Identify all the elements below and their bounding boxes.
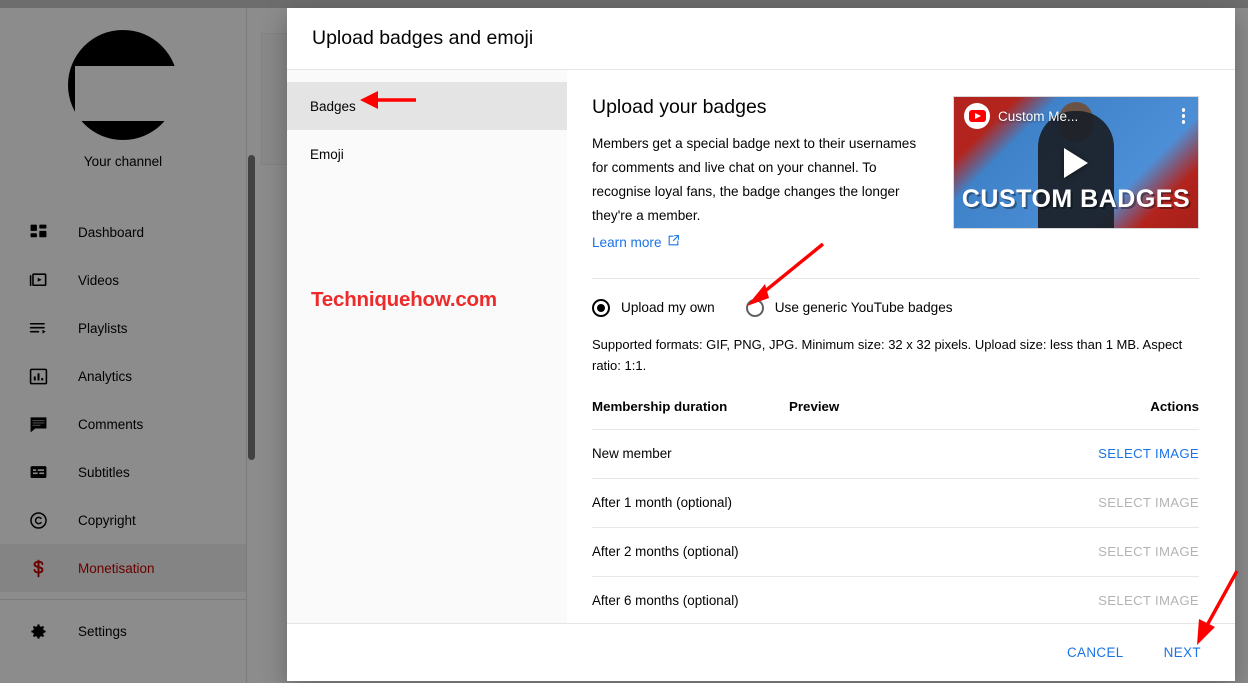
video-top-bar: Custom Me... (954, 97, 1198, 135)
select-image-button[interactable]: SELECT IMAGE (1098, 495, 1199, 510)
dialog-body: Badges Emoji Techniquehow.com Upload you… (287, 70, 1235, 647)
row-actions: SELECT IMAGE (1079, 495, 1199, 510)
row-actions: SELECT IMAGE (1079, 544, 1199, 559)
dialog-tab-emoji[interactable]: Emoji (287, 130, 567, 178)
row-duration: New member (592, 446, 672, 461)
table-row: After 6 months (optional) SELECT IMAGE (592, 575, 1199, 625)
radio-upload-my-own[interactable]: Upload my own (592, 298, 715, 317)
radio-label: Use generic YouTube badges (774, 300, 953, 315)
table-row: After 2 months (optional) SELECT IMAGE (592, 526, 1199, 576)
cancel-button[interactable]: CANCEL (1055, 637, 1136, 668)
upload-badges-dialog: Upload badges and emoji Badges Emoji Tec… (287, 8, 1235, 681)
select-image-button[interactable]: SELECT IMAGE (1098, 593, 1199, 608)
youtube-logo-icon (964, 103, 990, 129)
dialog-footer: CANCEL NEXT (287, 623, 1235, 681)
table-header-row: Membership duration Preview Actions (592, 399, 1199, 429)
column-header-actions: Actions (1150, 398, 1199, 414)
kebab-menu-icon[interactable] (1179, 106, 1189, 126)
badges-table: Membership duration Preview Actions New … (592, 399, 1199, 647)
select-image-button[interactable]: SELECT IMAGE (1098, 446, 1199, 461)
table-row: After 1 month (optional) SELECT IMAGE (592, 477, 1199, 527)
badge-source-radio-group: Upload my own Use generic YouTube badges (592, 298, 1199, 317)
radio-unselected-icon (745, 298, 764, 317)
dialog-side-nav: Badges Emoji Techniquehow.com (287, 70, 567, 647)
dialog-content-panel: Upload your badges Members get a special… (567, 70, 1235, 647)
select-image-button[interactable]: SELECT IMAGE (1098, 544, 1199, 559)
content-header-text: Upload your badges Members get a special… (592, 96, 922, 252)
column-header-duration: Membership duration (592, 398, 728, 414)
play-icon[interactable] (1064, 147, 1088, 178)
radio-selected-icon (592, 298, 610, 317)
dialog-tab-label: Emoji (310, 146, 344, 162)
external-link-icon (667, 234, 680, 250)
tutorial-video-thumbnail[interactable]: Custom Me... CUSTOM BADGES (953, 96, 1199, 229)
content-heading: Upload your badges (592, 96, 767, 118)
content-divider (592, 277, 1199, 279)
content-header-row: Upload your badges Members get a special… (592, 96, 1199, 252)
dialog-tab-label: Badges (310, 98, 356, 114)
dialog-header: Upload badges and emoji (287, 8, 1235, 70)
table-row: New member SELECT IMAGE (592, 428, 1199, 478)
video-title: Custom Me... (998, 108, 1079, 124)
row-duration: After 1 month (optional) (592, 495, 732, 510)
learn-more-label: Learn more (592, 234, 662, 250)
watermark-text: Techniquehow.com (311, 288, 497, 311)
dialog-tab-badges[interactable]: Badges (287, 82, 567, 130)
content-description: Members get a special badge next to thei… (592, 136, 917, 223)
supported-formats-note: Supported formats: GIF, PNG, JPG. Minimu… (592, 336, 1183, 373)
row-actions: SELECT IMAGE (1079, 446, 1199, 461)
row-actions: SELECT IMAGE (1079, 593, 1199, 608)
radio-label: Upload my own (621, 300, 715, 315)
radio-use-generic-youtube-badges[interactable]: Use generic YouTube badges (745, 298, 953, 317)
row-duration: After 2 months (optional) (592, 544, 739, 559)
next-button[interactable]: NEXT (1152, 637, 1213, 668)
video-caption: CUSTOM BADGES (961, 185, 1191, 213)
column-header-preview: Preview (789, 398, 840, 414)
learn-more-link[interactable]: Learn more (592, 234, 680, 250)
dialog-title: Upload badges and emoji (312, 27, 534, 49)
row-duration: After 6 months (optional) (592, 593, 739, 608)
